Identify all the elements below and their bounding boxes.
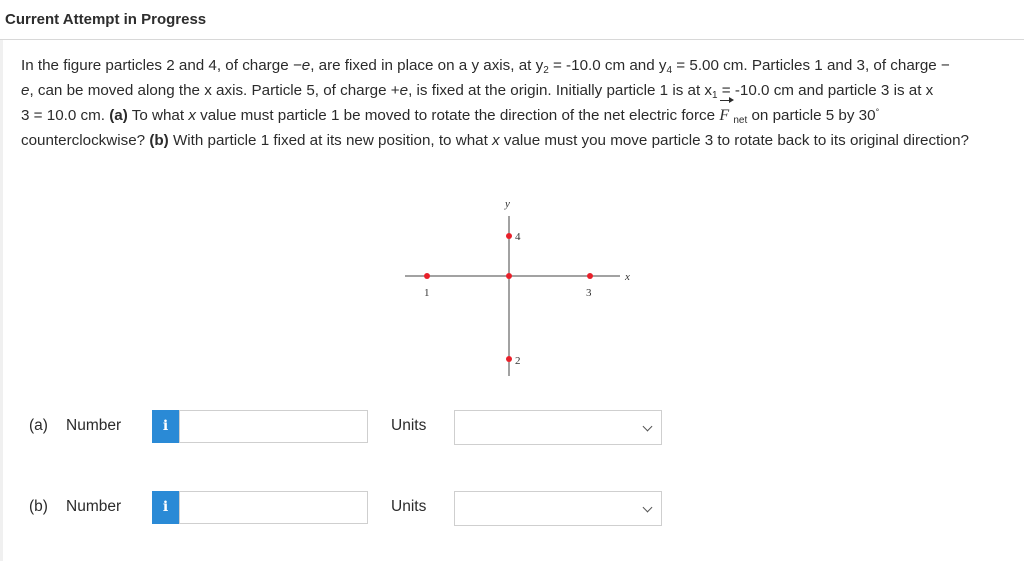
- number-input-b[interactable]: [179, 491, 368, 524]
- units-label: Units: [391, 417, 427, 434]
- particle-3: [587, 273, 593, 279]
- part-label: (b): [29, 498, 48, 515]
- left-rule: [0, 40, 3, 561]
- answer-row-a: (a) Number i Units: [0, 408, 1024, 448]
- particle-4-label: 4: [515, 231, 521, 243]
- particle-2: [506, 356, 512, 362]
- page-title: Current Attempt in Progress: [5, 11, 207, 28]
- answer-row-b: (b) Number i Units: [0, 489, 1024, 529]
- y-axis-label: y: [504, 198, 510, 210]
- number-input-a[interactable]: [179, 410, 368, 443]
- particle-2-label: 2: [515, 355, 521, 367]
- particle-3-label: 3: [586, 287, 592, 299]
- particle-figure: y x 4 1 3 2: [405, 198, 630, 376]
- number-label: Number: [66, 498, 122, 515]
- info-icon[interactable]: i: [152, 410, 179, 443]
- header: Current Attempt in Progress: [0, 0, 1024, 40]
- part-label: (a): [29, 417, 48, 434]
- chevron-down-icon: [642, 502, 653, 513]
- particle-1-label: 1: [424, 287, 430, 299]
- units-select-b[interactable]: [454, 491, 662, 526]
- particle-4: [506, 233, 512, 239]
- info-icon[interactable]: i: [152, 491, 179, 524]
- x-axis-label: x: [624, 271, 630, 283]
- chevron-down-icon: [642, 421, 653, 432]
- units-select-a[interactable]: [454, 410, 662, 445]
- units-label: Units: [391, 498, 427, 515]
- number-label: Number: [66, 417, 122, 434]
- force-vector-symbol: F: [719, 97, 734, 128]
- question-text: In the figure particles 2 and 4, of char…: [21, 57, 969, 149]
- particle-1: [424, 273, 430, 279]
- particle-5: [506, 273, 512, 279]
